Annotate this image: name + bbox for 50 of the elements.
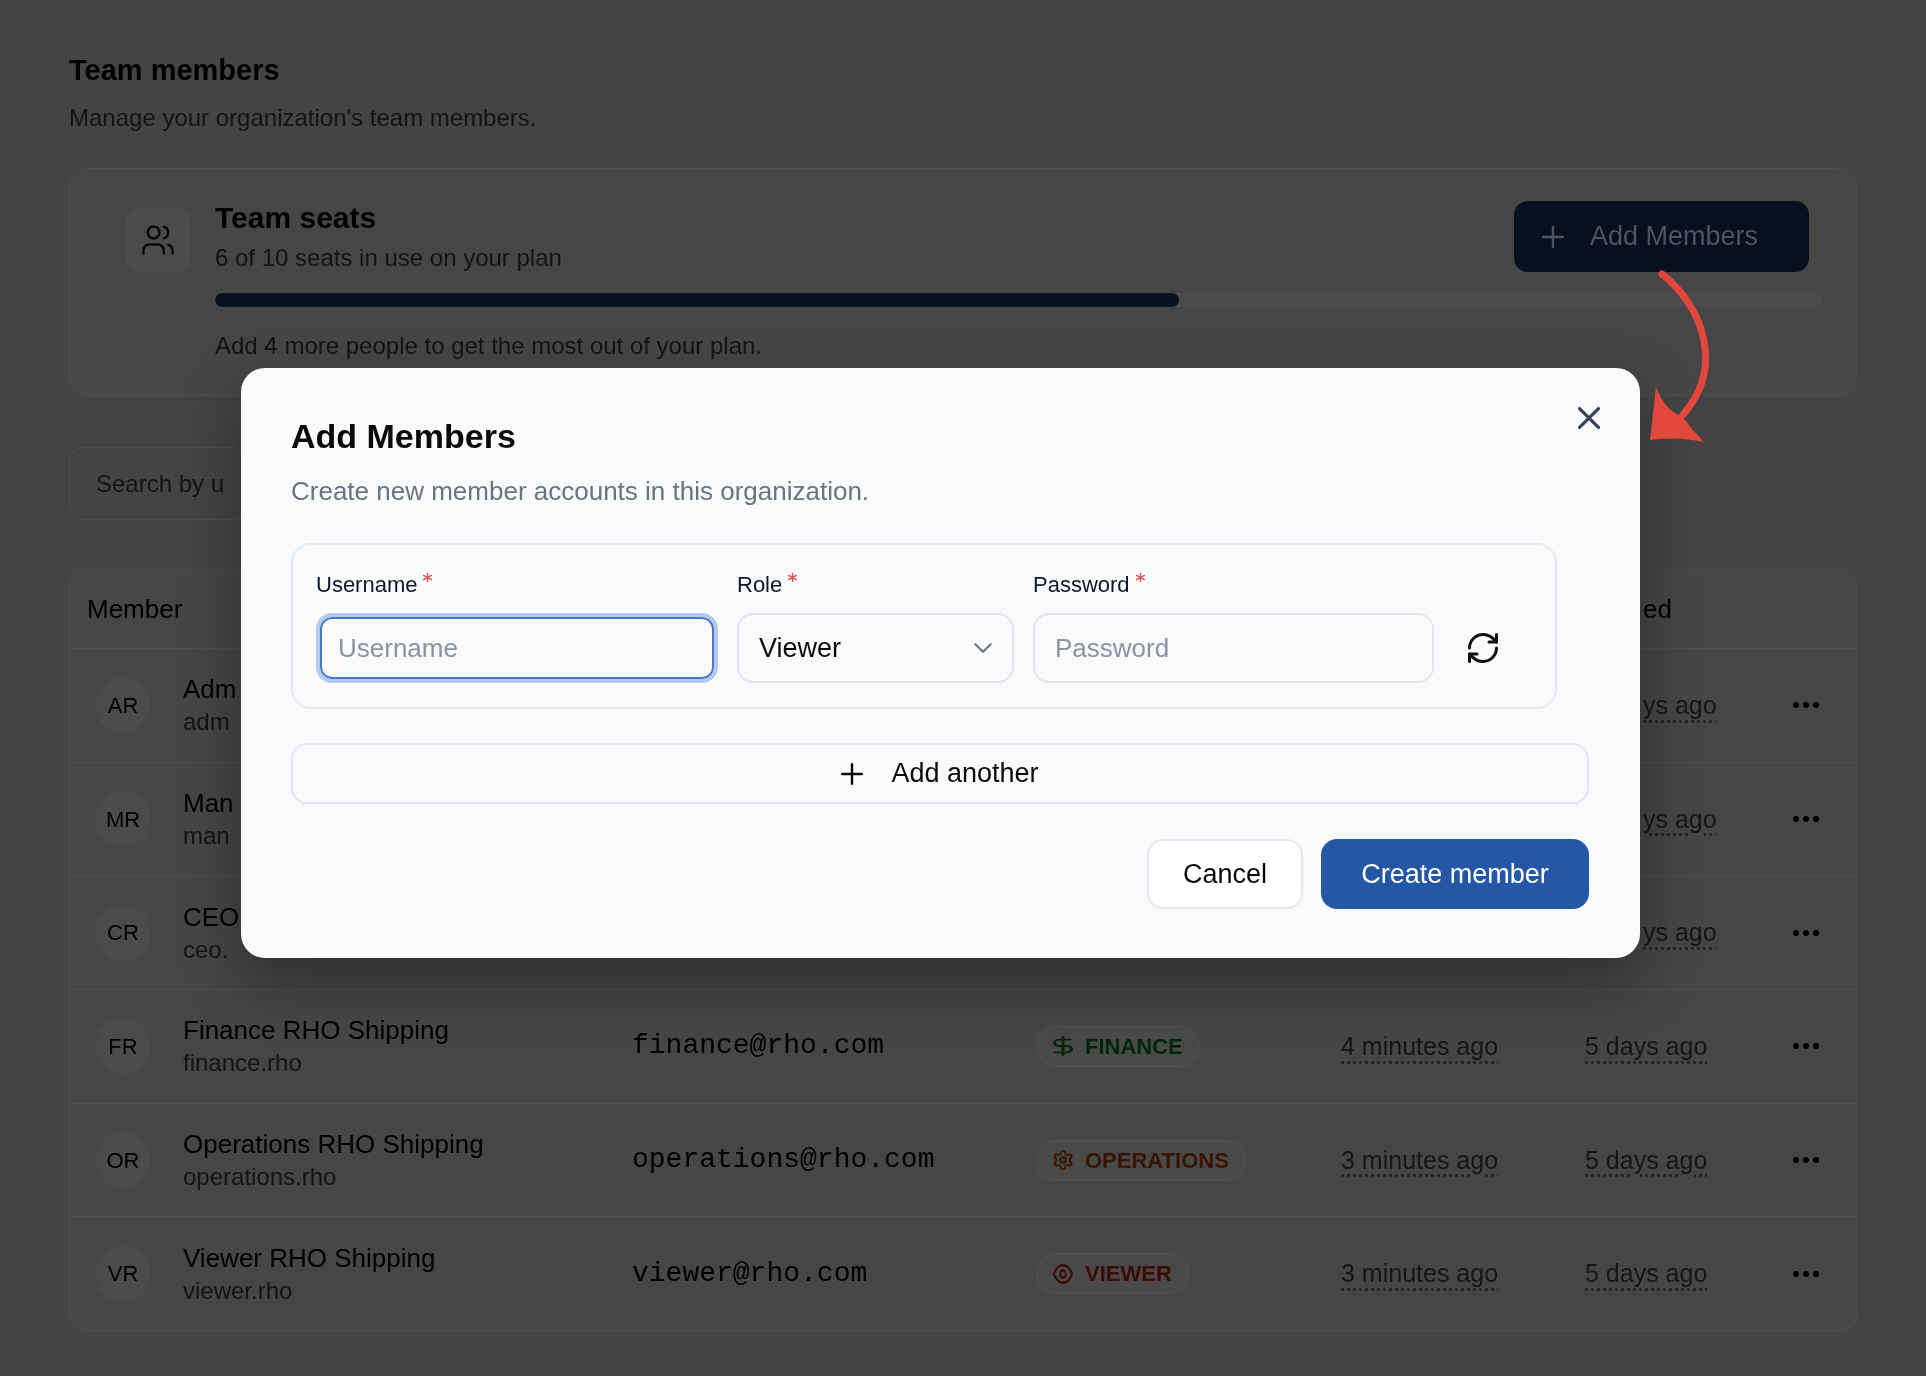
plus-icon (1542, 225, 1564, 248)
field-label: Role (737, 571, 783, 599)
field-label: Password (1033, 571, 1130, 599)
plus-icon (841, 762, 864, 785)
column-header: ed (1643, 592, 1672, 626)
email-text: finance@rho.com (632, 1030, 885, 1062)
create-button[interactable]: Create member (1321, 839, 1589, 909)
more-icon[interactable] (1793, 929, 1819, 936)
avatar: MR (95, 791, 151, 848)
email-text: viewer@rho.com (632, 1257, 868, 1289)
member-name: Man (183, 787, 234, 821)
refresh-button[interactable] (1468, 633, 1498, 663)
more-icon[interactable] (1793, 1270, 1819, 1277)
dialog-description: Create new member accounts in this organization. (291, 475, 871, 508)
users-icon (125, 207, 191, 273)
page-title: Team members (69, 53, 281, 88)
close-button[interactable] (1578, 407, 1600, 429)
avatar: OR (95, 1132, 151, 1189)
avatar: CR (95, 904, 151, 961)
cancel-button[interactable]: Cancel (1147, 839, 1303, 909)
card-title: Team seats (215, 200, 378, 236)
password-input[interactable]: Password (1033, 613, 1434, 683)
username-input[interactable]: Username (316, 613, 718, 683)
role-label: VIEWER (1085, 1260, 1172, 1289)
member-name: Adm (183, 673, 237, 707)
role-select[interactable]: Viewer (737, 613, 1014, 683)
dialog-title: Add Members (291, 416, 517, 457)
column-header: Member (87, 592, 183, 626)
avatar: FR (95, 1018, 151, 1075)
avatar: AR (95, 677, 151, 734)
chevron-down-icon (974, 643, 992, 653)
more-icon[interactable] (1793, 816, 1819, 823)
more-icon[interactable] (1793, 1043, 1819, 1050)
add-another-button[interactable]: Add another (291, 743, 1589, 804)
field-label: Username (316, 571, 418, 599)
more-icon[interactable] (1793, 702, 1819, 709)
avatar: VR (95, 1245, 151, 1302)
member-name: CEO (183, 900, 240, 934)
member-name: Operations RHO Shipping (183, 1128, 484, 1162)
dollar-icon (1053, 1036, 1073, 1057)
eye-icon (1053, 1263, 1073, 1284)
role-label: FINANCE (1085, 1032, 1183, 1061)
member-name: Viewer RHO Shipping (183, 1241, 436, 1275)
gear-icon (1053, 1150, 1073, 1171)
email-text: operations@rho.com (632, 1144, 935, 1176)
role-label: OPERATIONS (1085, 1146, 1229, 1175)
member-name: Finance RHO Shipping (183, 1014, 449, 1048)
refresh-icon (1468, 633, 1498, 663)
close-icon (1578, 407, 1600, 429)
more-icon[interactable] (1793, 1157, 1819, 1164)
